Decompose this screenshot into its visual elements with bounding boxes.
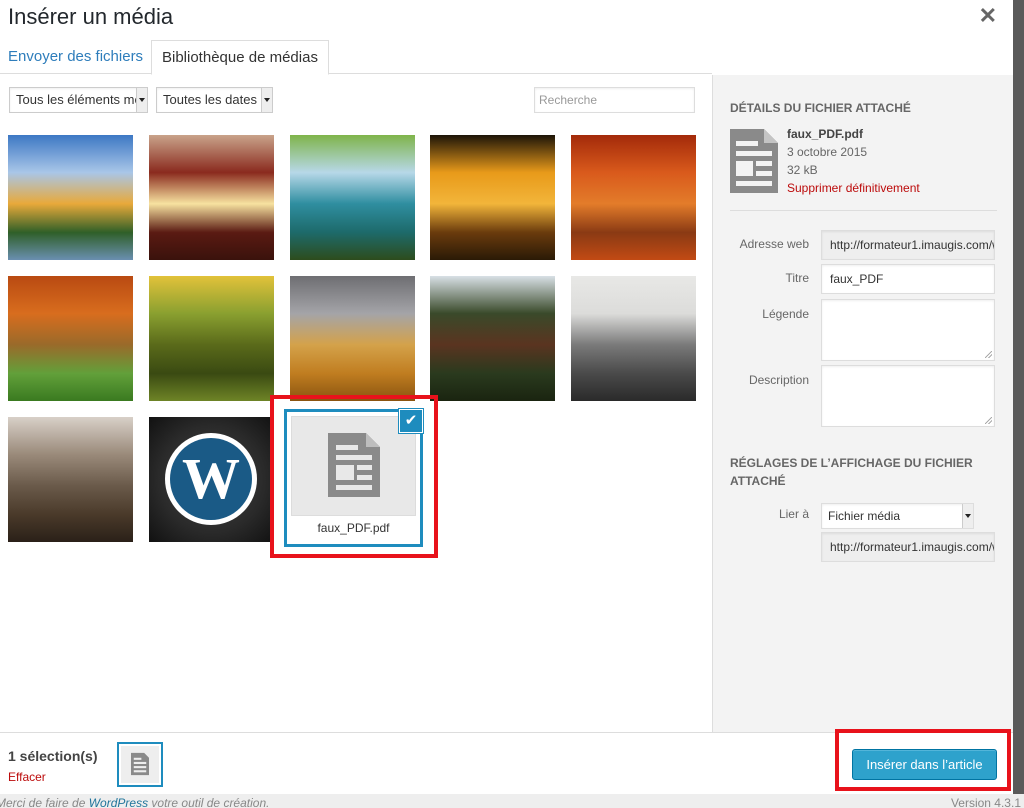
wordpress-link[interactable]: WordPress: [89, 796, 148, 808]
attachment-filename: faux_PDF.pdf: [291, 515, 416, 540]
footer-version: Version 4.3.1: [950, 796, 1021, 808]
attachment-thumbnail-red-forest[interactable]: [571, 135, 696, 260]
admin-footer: Merci de faire de WordPress votre outil …: [0, 794, 1024, 808]
search-input[interactable]: Recherche: [534, 87, 695, 113]
attachment-preview: faux_PDF.pdf: [291, 416, 416, 540]
url-label: Adresse web: [739, 237, 809, 251]
attachment-thumbnail-autumn-tree-park[interactable]: [8, 276, 133, 401]
selection-thumbnail[interactable]: [117, 742, 163, 787]
media-library-content: Tous les éléments média Toutes les dates…: [0, 75, 712, 732]
attachment-thumbnail-museum-gallery[interactable]: [571, 276, 696, 401]
footer-thanks-prefix: Merci de faire de: [0, 796, 89, 808]
description-field[interactable]: [821, 365, 995, 427]
attachment-pdf-selected[interactable]: faux_PDF.pdf ✔: [284, 409, 423, 547]
media-modal: Insérer un média ✕ Envoyer des fichiers …: [0, 0, 1013, 794]
tab-media-library[interactable]: Bibliothèque de médias: [151, 40, 329, 75]
caption-field[interactable]: [821, 299, 995, 361]
attachment-thumbnail-bicycle-street[interactable]: [8, 417, 133, 542]
attachment-thumbnail-wordpress-logo[interactable]: W: [149, 417, 274, 542]
tab-upload-files[interactable]: Envoyer des fichiers: [0, 40, 153, 75]
insert-into-post-button[interactable]: Insérer dans l’article: [852, 749, 997, 780]
resize-handle-icon[interactable]: [985, 417, 992, 424]
media-type-filter[interactable]: Tous les éléments média: [9, 87, 148, 113]
caption-label: Légende: [762, 307, 809, 321]
svg-text:W: W: [182, 446, 240, 511]
media-date-filter[interactable]: Toutes les dates: [156, 87, 273, 113]
attachment-thumbnail-giant-trees[interactable]: [430, 276, 555, 401]
chevron-down-icon: [261, 88, 272, 112]
attachment-details-sidebar: Détails du fichier attaché faux_PDF.pdf …: [712, 75, 1013, 732]
attachment-thumbnail-orange-leaves[interactable]: [430, 135, 555, 260]
checkmark-icon[interactable]: ✔: [399, 409, 423, 433]
resize-handle-icon[interactable]: [985, 351, 992, 358]
media-date-filter-value: Toutes les dates: [163, 92, 257, 107]
attachment-size: 32 kB: [787, 163, 818, 177]
chevron-down-icon: [962, 504, 973, 528]
footer-thanks-suffix: votre outil de création.: [148, 796, 270, 808]
display-settings-heading: Réglages de l’affichage du fichier attac…: [730, 456, 973, 488]
link-to-value: Fichier média: [828, 509, 901, 523]
delete-permanently-link[interactable]: Supprimer définitivement: [787, 181, 920, 195]
footer-thanks: Merci de faire de WordPress votre outil …: [0, 797, 269, 808]
attachment-date: 3 octobre 2015: [787, 145, 868, 159]
link-to-label: Lier à: [778, 507, 809, 521]
title-field[interactable]: faux_PDF: [821, 264, 995, 294]
attachment-thumbnail-yellow-forest[interactable]: [149, 276, 274, 401]
attachment-thumbnail-lake-autumn[interactable]: [8, 135, 133, 260]
description-label: Description: [748, 373, 809, 387]
details-heading: Détails du fichier attaché: [730, 101, 911, 115]
divider: [730, 210, 997, 211]
document-icon: [328, 433, 380, 497]
document-icon: [131, 752, 149, 776]
media-tabs: Envoyer des fichiers Bibliothèque de méd…: [0, 40, 712, 75]
media-toolbar: 1 sélection(s) Effacer Insérer dans l’ar…: [0, 729, 1013, 794]
selection-thumbnail-preview: [121, 746, 159, 783]
link-url-field[interactable]: http://formateur1.imaugis.com/wp-content…: [821, 532, 995, 562]
selection-count: 1 sélection(s): [8, 748, 98, 764]
title-label: Titre: [785, 271, 809, 285]
attachment-thumbnail-mountain-lake[interactable]: [290, 135, 415, 260]
clear-selection-link[interactable]: Effacer: [8, 770, 46, 784]
link-to-select[interactable]: Fichier média: [821, 503, 974, 529]
attachment-thumbnail-wheat-field[interactable]: [290, 276, 415, 401]
attachment-thumbnail-rock-arch-sunset[interactable]: [149, 135, 274, 260]
chevron-down-icon: [136, 88, 147, 112]
media-type-filter-value: Tous les éléments média: [16, 92, 148, 107]
url-field[interactable]: http://formateur1.imaugis.com/wp-content…: [821, 230, 995, 260]
document-icon: [730, 129, 778, 193]
attachment-filename: faux_PDF.pdf: [787, 127, 864, 141]
close-icon[interactable]: ✕: [979, 3, 997, 29]
wordpress-logo-icon: W: [165, 433, 257, 525]
modal-title: Insérer un média: [8, 4, 174, 29]
